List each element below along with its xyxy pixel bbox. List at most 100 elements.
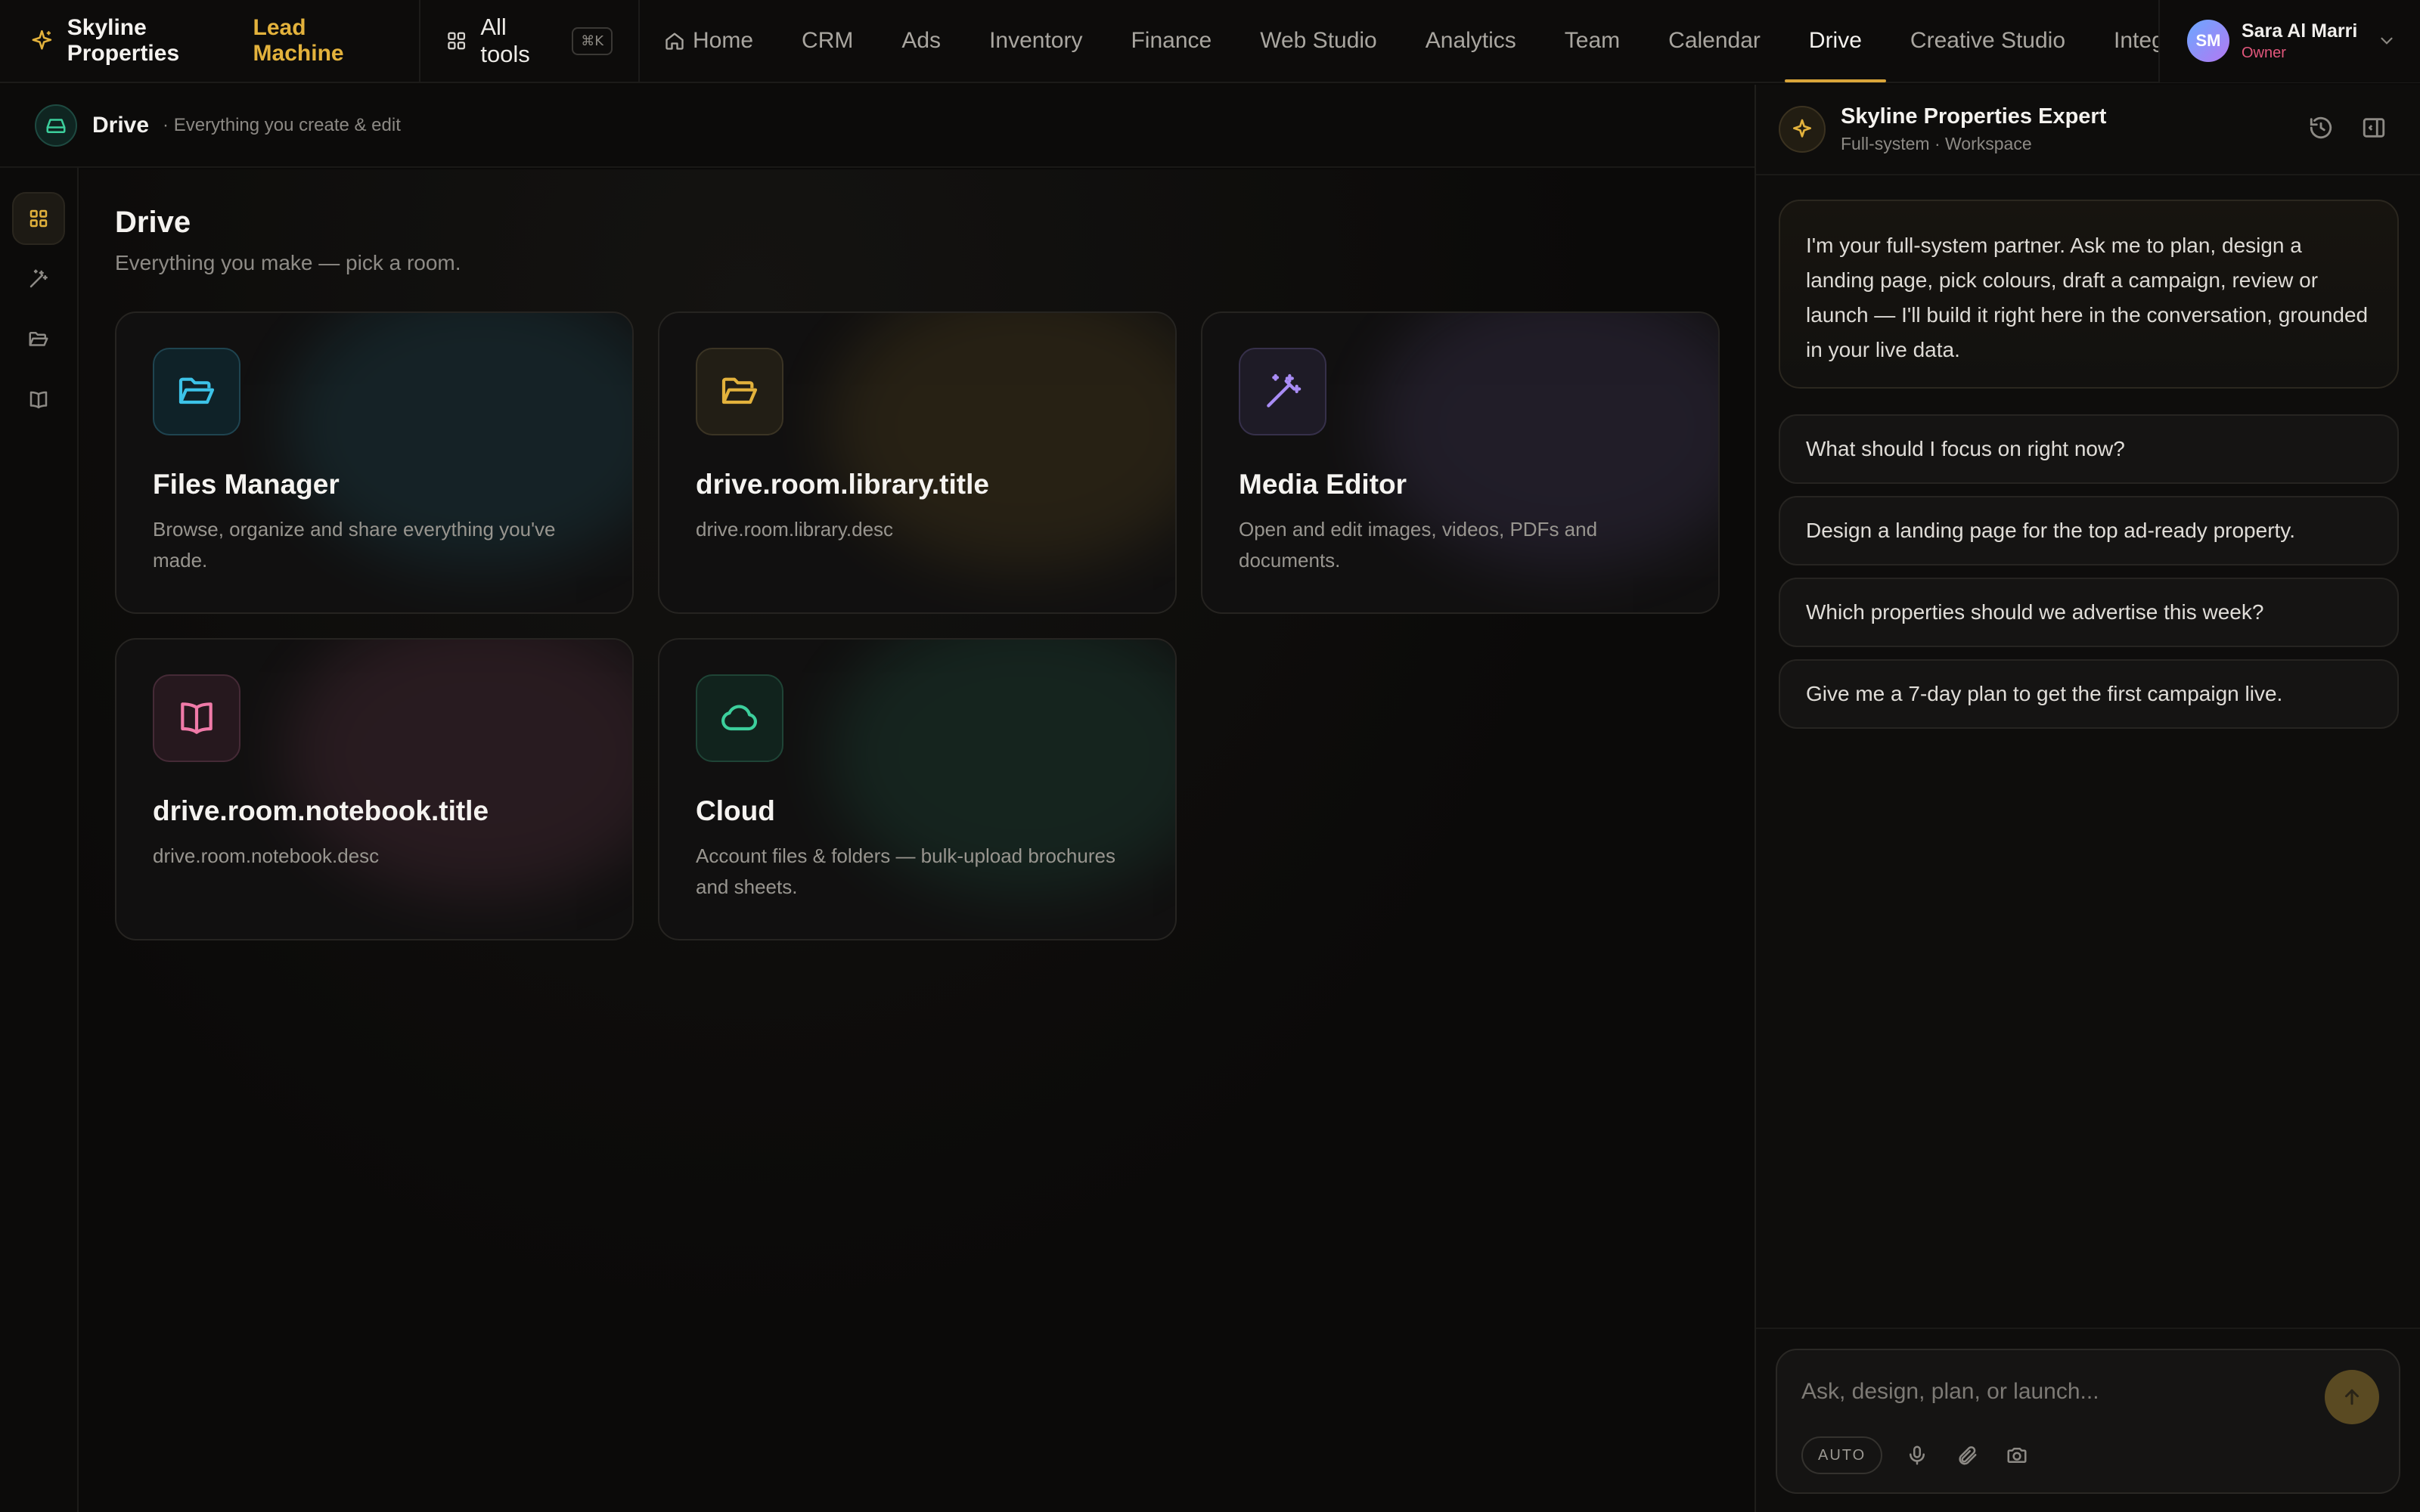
room-card-cloud[interactable]: Cloud Account files & folders — bulk-upl… xyxy=(658,638,1177,940)
folder-open-icon xyxy=(721,377,758,404)
assistant-panel: Skyline Properties Expert Full-system · … xyxy=(1754,85,2420,1512)
nav-label: Finance xyxy=(1131,28,1212,53)
composer: AUTO xyxy=(1776,1349,2400,1494)
top-bar: Skyline Properties Lead Machine All tool… xyxy=(0,0,2420,83)
room-icon-box xyxy=(153,348,240,435)
rail-item-overview[interactable] xyxy=(12,192,65,245)
room-icon-box xyxy=(153,674,240,762)
suggestion-chip[interactable]: What should I focus on right now? xyxy=(1779,414,2399,484)
room-description: drive.room.notebook.desc xyxy=(153,844,380,867)
suggestion-chip[interactable]: Give me a 7-day plan to get the first ca… xyxy=(1779,659,2399,729)
room-card-notebook[interactable]: drive.room.notebook.title drive.room.not… xyxy=(115,638,634,940)
room-description: Browse, organize and share everything yo… xyxy=(153,518,556,572)
rail-item-files[interactable] xyxy=(12,313,65,366)
room-description: Account files & folders — bulk-upload br… xyxy=(696,844,1115,898)
chevron-down-icon xyxy=(2381,37,2393,45)
paperclip-icon xyxy=(1959,1446,1977,1465)
brand-name: Skyline Properties xyxy=(67,15,180,66)
section-description: · Everything you create & edit xyxy=(163,115,401,135)
user-name: Sara Al Marri xyxy=(2242,20,2358,42)
book-open-icon xyxy=(29,391,48,409)
room-title: Media Editor xyxy=(1239,469,1407,500)
main-content: Drive Everything you make — pick a room.… xyxy=(80,169,1754,1512)
nav-label: Integ xyxy=(2114,28,2158,53)
room-title: Cloud xyxy=(696,795,775,826)
nav-label: Drive xyxy=(1808,28,1862,53)
suggestion-chip[interactable]: Design a landing page for the top ad-rea… xyxy=(1779,496,2399,565)
voice-button[interactable] xyxy=(1906,1444,1928,1467)
rail-item-notebook[interactable] xyxy=(12,373,65,426)
nav-label: Ads xyxy=(901,28,942,53)
room-description: drive.room.library.desc xyxy=(696,518,894,541)
all-tools-button[interactable]: All tools ⌘K xyxy=(420,0,640,82)
room-title: Files Manager xyxy=(153,469,340,500)
nav-item-crm[interactable]: CRM xyxy=(777,0,877,82)
page-subtitle: Everything you make — pick a room. xyxy=(115,251,461,274)
room-card-files-manager[interactable]: Files Manager Browse, organize and share… xyxy=(115,311,634,614)
rail-item-media-editor[interactable] xyxy=(12,253,65,305)
drive-badge xyxy=(35,104,77,147)
nav-item-integrations[interactable]: Integ xyxy=(2090,0,2158,82)
chat-input[interactable] xyxy=(1801,1373,2285,1411)
brand[interactable]: Skyline Properties Lead Machine xyxy=(0,0,420,82)
nav-label: CRM xyxy=(802,28,854,53)
room-icon-box xyxy=(1239,348,1326,435)
magic-wand-icon xyxy=(1267,373,1302,407)
folder-open-icon xyxy=(29,332,48,346)
panel-collapse-icon xyxy=(2363,118,2385,138)
room-card-media-editor[interactable]: Media Editor Open and edit images, video… xyxy=(1201,311,1720,614)
microphone-icon xyxy=(1910,1445,1925,1465)
avatar: SM xyxy=(2187,20,2229,62)
breadcrumb: Drive · Everything you create & edit xyxy=(0,85,1754,168)
suggestion-chip[interactable]: Which properties should we advertise thi… xyxy=(1779,578,2399,647)
user-menu[interactable]: SM Sara Al Marri Owner xyxy=(2158,0,2420,82)
nav-item-creative-studio[interactable]: Creative Studio xyxy=(1886,0,2090,82)
assistant-subtitle: Full-system · Workspace xyxy=(1841,134,2032,153)
room-card-library[interactable]: drive.room.library.title drive.room.libr… xyxy=(658,311,1177,614)
camera-button[interactable] xyxy=(2006,1444,2028,1467)
nav-item-drive[interactable]: Drive xyxy=(1784,0,1886,82)
nav-item-team[interactable]: Team xyxy=(1540,0,1644,82)
camera-icon xyxy=(2007,1448,2027,1463)
assistant-title-block: Skyline Properties Expert Full-system · … xyxy=(1841,104,2106,154)
grid-icon xyxy=(29,209,48,228)
book-open-icon xyxy=(181,702,213,734)
brand-accent: Lead Machine xyxy=(253,15,344,66)
history-icon xyxy=(2310,116,2332,139)
sparkle-icon xyxy=(32,29,52,50)
room-title: drive.room.notebook.title xyxy=(153,795,489,826)
nav-item-finance[interactable]: Finance xyxy=(1106,0,1236,82)
assistant-name: Skyline Properties Expert xyxy=(1841,104,2107,129)
assistant-avatar xyxy=(1779,106,1826,153)
section-title: Drive xyxy=(92,113,150,138)
nav-item-ads[interactable]: Ads xyxy=(877,0,965,82)
arrow-up-icon xyxy=(2345,1389,2359,1405)
nav-item-web-studio[interactable]: Web Studio xyxy=(1236,0,1401,82)
attach-button[interactable] xyxy=(1956,1444,1978,1467)
shortcut-badge: ⌘K xyxy=(572,26,613,55)
nav-label: Calendar xyxy=(1668,28,1761,53)
nav-item-home[interactable]: Home xyxy=(640,0,777,82)
room-title: drive.room.library.title xyxy=(696,469,989,500)
main-nav: Home CRM Ads Inventory Finance Web Studi… xyxy=(640,0,2158,82)
nav-label: Inventory xyxy=(989,28,1083,53)
nav-label: Web Studio xyxy=(1260,28,1377,53)
user-role: Owner xyxy=(2242,44,2286,61)
page-title: Drive xyxy=(115,206,191,239)
nav-item-calendar[interactable]: Calendar xyxy=(1644,0,1785,82)
nav-item-inventory[interactable]: Inventory xyxy=(965,0,1106,82)
nav-item-analytics[interactable]: Analytics xyxy=(1401,0,1540,82)
cloud-icon xyxy=(721,705,758,731)
nav-label: Creative Studio xyxy=(1910,28,2066,53)
send-button[interactable] xyxy=(2325,1370,2379,1424)
folder-open-icon xyxy=(178,377,215,404)
history-button[interactable] xyxy=(2308,115,2334,141)
all-tools-label: All tools xyxy=(480,14,530,67)
collapse-panel-button[interactable] xyxy=(2361,115,2387,141)
nav-label: Home xyxy=(693,28,754,53)
divider xyxy=(1756,1328,2420,1329)
user-info: Sara Al Marri Owner xyxy=(2242,20,2357,62)
app-root: Skyline Properties Lead Machine All tool… xyxy=(0,0,2420,1512)
mode-chip[interactable]: AUTO xyxy=(1801,1436,1883,1474)
nav-label: Analytics xyxy=(1425,28,1516,53)
